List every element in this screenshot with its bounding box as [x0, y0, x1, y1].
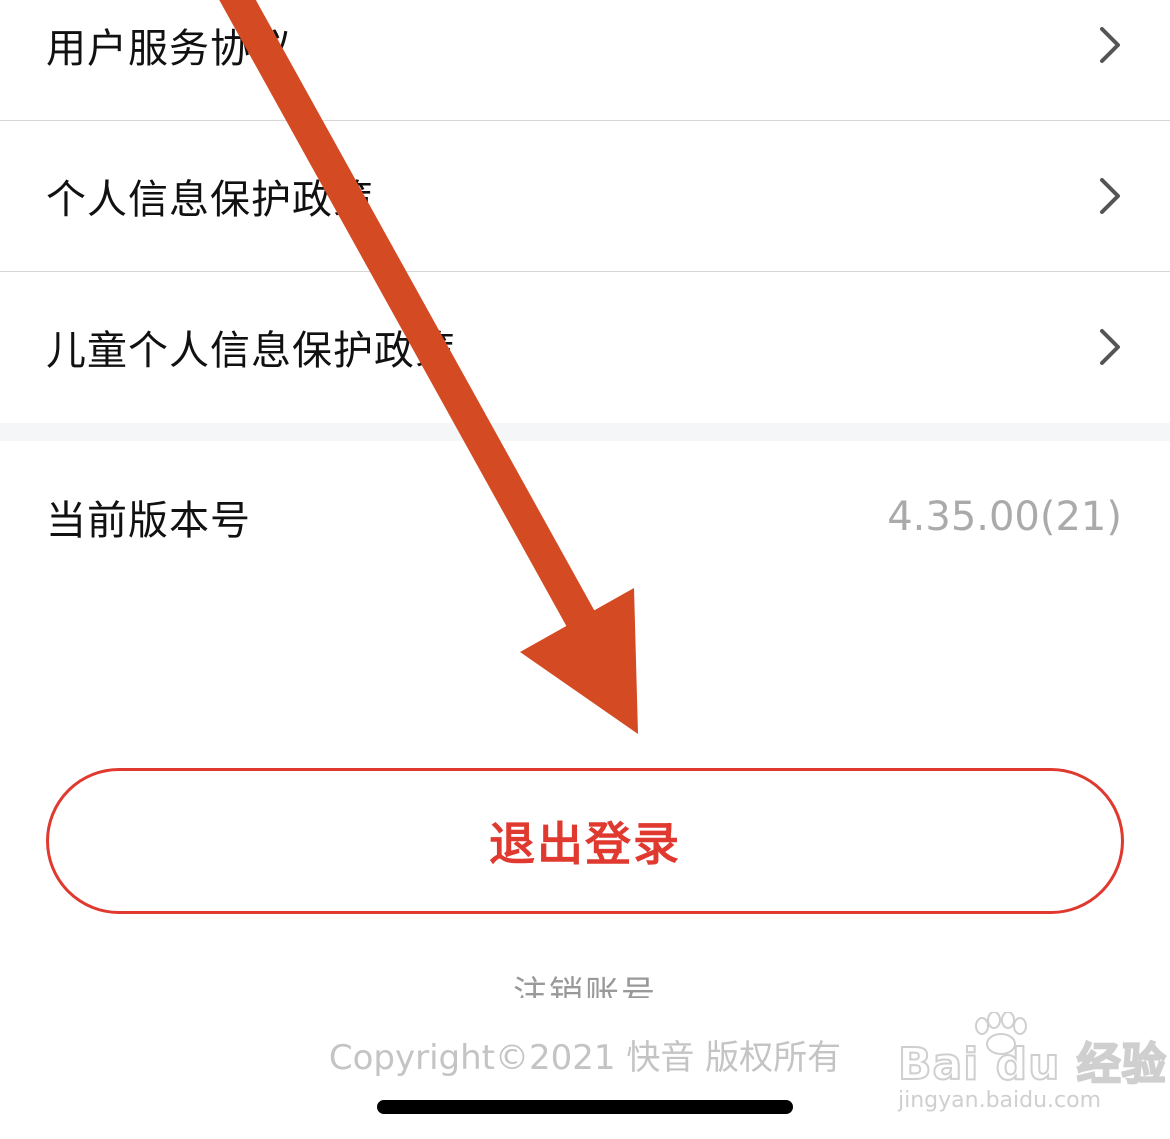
- cancel-account-label: 注销账号: [513, 974, 657, 998]
- logout-button-label: 退出登录: [489, 817, 681, 871]
- version-row: 当前版本号 4.35.00(21): [0, 441, 1170, 591]
- settings-item-label: 儿童个人信息保护政策: [46, 328, 456, 374]
- section-gap: [0, 423, 1170, 441]
- logout-button[interactable]: 退出登录: [46, 768, 1124, 914]
- settings-item-child-privacy-policy[interactable]: 儿童个人信息保护政策: [0, 272, 1170, 422]
- paw-icon: [975, 1012, 1027, 1055]
- settings-item-label: 个人信息保护政策: [46, 177, 374, 223]
- chevron-right-icon: [1100, 178, 1120, 214]
- baidu-jingyan-watermark: Bai du 经验 jingyan.baidu.com: [897, 1012, 1167, 1122]
- watermark-url: jingyan.baidu.com: [898, 1088, 1102, 1113]
- chevron-right-icon: [1100, 329, 1120, 365]
- watermark-brand: Bai du 经验: [897, 1038, 1167, 1091]
- cancel-account-link[interactable]: 注销账号: [0, 970, 1170, 998]
- home-indicator[interactable]: [377, 1100, 793, 1114]
- chevron-right-icon: [1100, 27, 1120, 63]
- settings-item-privacy-policy[interactable]: 个人信息保护政策: [0, 121, 1170, 271]
- version-label: 当前版本号: [46, 498, 251, 544]
- settings-item-label: 用户服务协议: [46, 26, 292, 72]
- settings-item-user-agreement[interactable]: 用户服务协议: [0, 0, 1170, 120]
- version-value: 4.35.00(21): [887, 494, 1122, 540]
